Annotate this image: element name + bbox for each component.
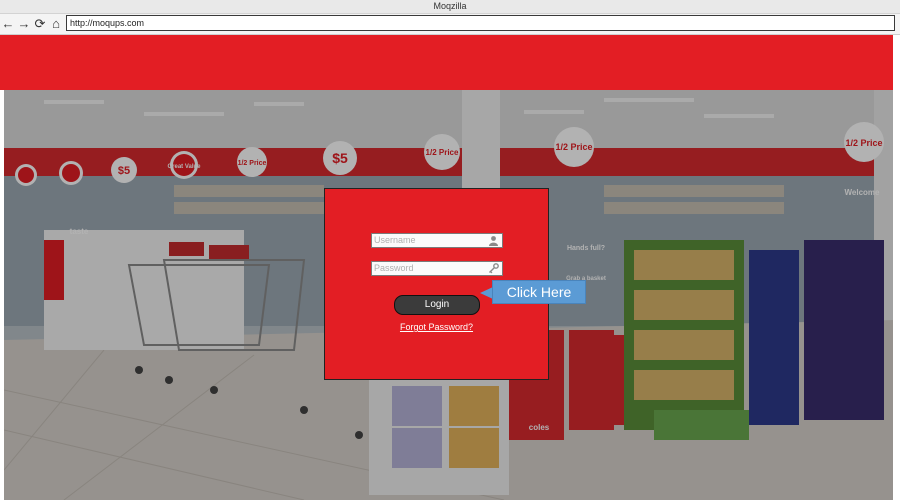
username-input[interactable] — [372, 234, 484, 247]
reload-icon[interactable]: ⟳ — [32, 16, 48, 32]
header-banner — [0, 35, 893, 90]
address-bar[interactable]: http://moqups.com — [66, 15, 895, 31]
username-field — [371, 233, 503, 248]
user-icon — [489, 236, 498, 246]
home-icon[interactable]: ⌂ — [48, 16, 64, 32]
login-button[interactable]: Login — [394, 295, 480, 315]
click-here-callout: Click Here — [492, 280, 586, 304]
password-field — [371, 261, 503, 276]
window-titlebar: Moqzilla — [0, 0, 900, 14]
forgot-password-link[interactable]: Forgot Password? — [325, 322, 548, 332]
back-icon[interactable]: ← — [0, 16, 16, 32]
password-input[interactable] — [372, 262, 484, 275]
window-title: Moqzilla — [433, 1, 467, 11]
forward-icon[interactable]: → — [16, 16, 32, 32]
browser-toolbar: ← → ⟳ ⌂ http://moqups.com — [0, 14, 900, 35]
key-icon — [489, 263, 499, 274]
